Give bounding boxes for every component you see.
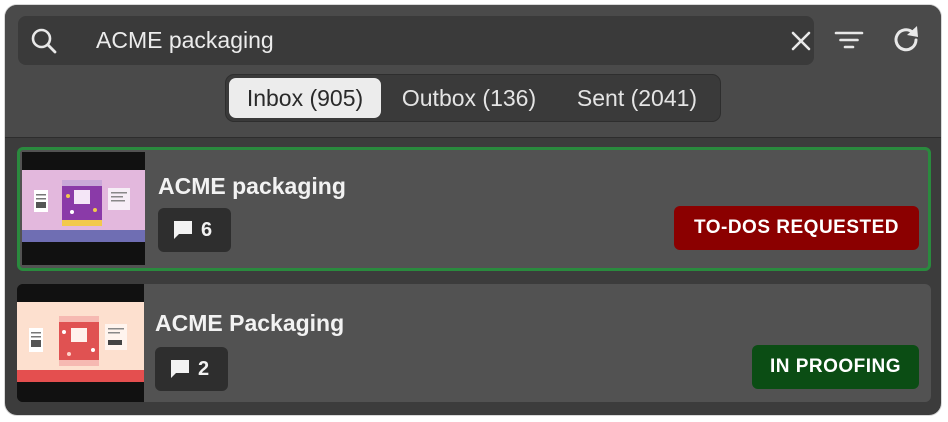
comment-count-badge[interactable]: 6 <box>158 208 231 252</box>
comment-count-badge[interactable]: 2 <box>155 347 228 391</box>
search-bar[interactable] <box>18 16 814 65</box>
proof-thumbnail <box>17 284 144 402</box>
proof-thumbnail <box>22 152 145 265</box>
comment-count: 6 <box>201 219 213 241</box>
refresh-icon[interactable] <box>890 23 924 57</box>
tab-outbox[interactable]: Outbox (136) <box>388 78 550 118</box>
tab-sent[interactable]: Sent (2041) <box>558 78 716 118</box>
comment-icon <box>174 221 192 239</box>
search-input[interactable] <box>96 24 746 56</box>
close-icon[interactable] <box>788 28 814 54</box>
list-item[interactable]: ACME packaging 6 TO-DOS REQUESTED <box>17 147 931 271</box>
toolbar: Inbox (905) Outbox (136) Sent (2041) <box>5 5 941 138</box>
status-badge: IN PROOFING <box>752 345 919 389</box>
filter-icon[interactable] <box>832 23 866 57</box>
item-title: ACME packaging <box>158 173 346 199</box>
comment-icon <box>171 360 189 378</box>
comment-count: 2 <box>198 358 210 380</box>
search-icon <box>31 28 57 54</box>
item-title: ACME Packaging <box>155 310 345 336</box>
mailbox-tabs: Inbox (905) Outbox (136) Sent (2041) <box>225 74 721 122</box>
status-badge: TO-DOS REQUESTED <box>674 206 919 250</box>
list-item[interactable]: ACME Packaging 2 IN PROOFING <box>17 284 931 402</box>
tab-inbox[interactable]: Inbox (905) <box>229 78 381 118</box>
review-panel: Inbox (905) Outbox (136) Sent (2041) <box>5 5 941 415</box>
